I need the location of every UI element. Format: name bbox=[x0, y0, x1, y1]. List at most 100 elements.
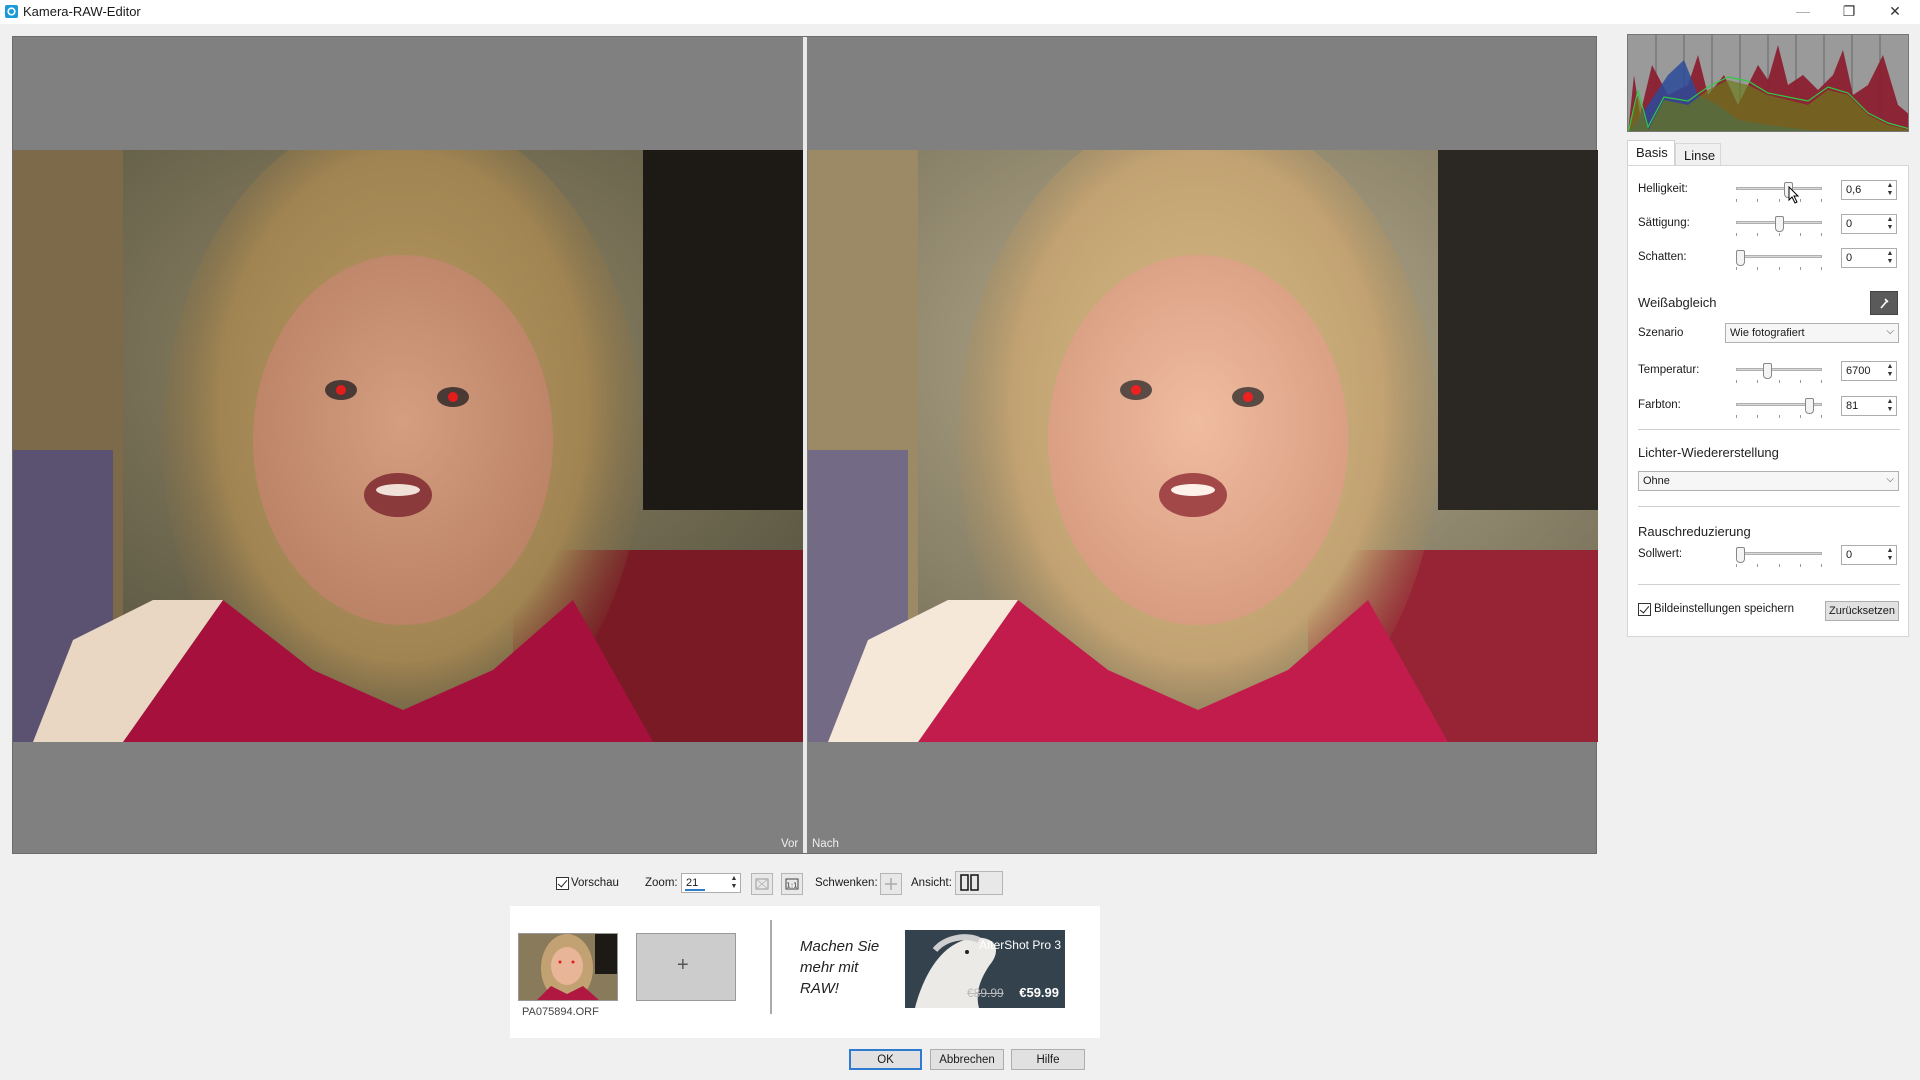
ok-button[interactable]: OK bbox=[849, 1049, 922, 1070]
save-settings-label: Bildeinstellungen speichern bbox=[1654, 603, 1795, 615]
brightness-input[interactable]: 0,6 ▲ ▼ bbox=[1841, 180, 1897, 200]
chevron-down-icon: ⌵ bbox=[1886, 474, 1894, 485]
preview-checkbox[interactable] bbox=[556, 877, 569, 890]
shadows-input[interactable]: 0 ▲ ▼ bbox=[1841, 248, 1897, 268]
noise-amount-slider[interactable] bbox=[1736, 547, 1822, 567]
close-button[interactable]: ✕ bbox=[1872, 0, 1918, 22]
saturation-input[interactable]: 0 ▲ ▼ bbox=[1841, 214, 1897, 234]
zoom-value: 21 bbox=[686, 877, 699, 889]
fit-window-icon bbox=[755, 878, 769, 890]
promo-product: AfterShot Pro 3 bbox=[978, 938, 1061, 952]
promo-new-price: €59.99 bbox=[1019, 985, 1059, 1000]
zoom-spinner-arrows[interactable]: ▲ ▼ bbox=[729, 875, 739, 891]
saturation-slider-thumb[interactable] bbox=[1775, 216, 1784, 232]
add-image-slot[interactable]: + bbox=[636, 933, 736, 1001]
section-separator bbox=[1638, 429, 1900, 430]
thumbnail-filename: PA075894.ORF bbox=[522, 1006, 599, 1018]
saturation-spinner[interactable]: ▲ ▼ bbox=[1885, 216, 1895, 232]
actual-size-icon: 1:1 bbox=[785, 878, 799, 890]
mouse-cursor-icon bbox=[1788, 186, 1800, 204]
shadows-value: 0 bbox=[1846, 252, 1853, 264]
add-icon: + bbox=[677, 954, 689, 976]
eyedropper-icon bbox=[1880, 298, 1889, 309]
temperature-input[interactable]: 6700 ▲ ▼ bbox=[1841, 361, 1897, 381]
scenario-value: Wie fotografiert bbox=[1730, 327, 1805, 339]
actual-size-button[interactable]: 1:1 bbox=[781, 873, 803, 895]
preview-area[interactable]: Vor Nach bbox=[12, 36, 1598, 854]
temperature-slider-thumb[interactable] bbox=[1763, 363, 1772, 379]
preview-label: Vorschau bbox=[571, 877, 619, 889]
promo-old-price: €89.99 bbox=[967, 986, 1004, 1000]
svg-text:1:1: 1:1 bbox=[786, 882, 797, 890]
tint-slider-thumb[interactable] bbox=[1805, 398, 1814, 414]
brightness-slider[interactable] bbox=[1736, 182, 1822, 202]
before-photo bbox=[13, 150, 803, 742]
temperature-slider[interactable] bbox=[1736, 363, 1822, 383]
zoom-label: Zoom: bbox=[645, 877, 678, 889]
zoom-input[interactable]: 21 ▲ ▼ bbox=[681, 873, 741, 893]
shadows-slider-thumb[interactable] bbox=[1736, 250, 1745, 266]
fit-window-button[interactable] bbox=[751, 873, 773, 895]
temperature-spinner[interactable]: ▲ ▼ bbox=[1885, 363, 1895, 379]
histogram-graph bbox=[1628, 35, 1908, 131]
app-icon bbox=[5, 5, 18, 18]
save-settings-checkbox[interactable] bbox=[1638, 603, 1651, 616]
after-pane[interactable]: Nach bbox=[808, 37, 1598, 853]
tint-label: Farbton: bbox=[1638, 399, 1681, 411]
section-separator bbox=[1638, 506, 1900, 507]
saturation-value: 0 bbox=[1846, 218, 1853, 230]
after-label: Nach bbox=[812, 838, 839, 850]
highlight-recovery-value: Ohne bbox=[1643, 475, 1670, 487]
shadows-slider[interactable] bbox=[1736, 250, 1822, 270]
shadows-spinner[interactable]: ▲ ▼ bbox=[1885, 250, 1895, 266]
minimize-button[interactable]: — bbox=[1780, 0, 1826, 22]
pan-button[interactable] bbox=[880, 873, 902, 895]
tab-basis[interactable]: Basis bbox=[1627, 140, 1675, 165]
tab-linse[interactable]: Linse bbox=[1675, 143, 1721, 165]
promo-text: Machen Sie mehr mit RAW! bbox=[800, 938, 880, 997]
noise-amount-value: 0 bbox=[1846, 549, 1853, 561]
file-thumbnail[interactable] bbox=[518, 933, 618, 1001]
view-mode-button[interactable] bbox=[955, 871, 1003, 895]
shadows-label: Schatten: bbox=[1638, 251, 1687, 263]
chevron-down-icon: ⌵ bbox=[1886, 326, 1894, 337]
brightness-value: 0,6 bbox=[1846, 184, 1862, 196]
settings-panel: Helligkeit: 0,6 ▲ ▼ Sättigung: 0 ▲ ▼ Schat… bbox=[1627, 165, 1909, 637]
pan-label: Schwenken: bbox=[815, 877, 878, 889]
tint-spinner[interactable]: ▲ ▼ bbox=[1885, 398, 1895, 414]
noise-amount-label: Sollwert: bbox=[1638, 548, 1683, 560]
scenario-label: Szenario bbox=[1638, 327, 1684, 339]
split-view-icon bbox=[960, 874, 979, 891]
view-label: Ansicht: bbox=[911, 877, 952, 889]
noise-amount-input[interactable]: 0 ▲ ▼ bbox=[1841, 545, 1897, 565]
pan-icon bbox=[885, 878, 897, 890]
before-label: Vor bbox=[781, 838, 799, 850]
highlight-recovery-title: Lichter-Wiedererstellung bbox=[1638, 445, 1779, 460]
cancel-button[interactable]: Abbrechen bbox=[930, 1049, 1004, 1070]
tint-input[interactable]: 81 ▲ ▼ bbox=[1841, 396, 1897, 416]
saturation-label: Sättigung: bbox=[1638, 217, 1690, 229]
maximize-button[interactable]: ❐ bbox=[1826, 0, 1872, 22]
noise-amount-slider-thumb[interactable] bbox=[1736, 547, 1745, 563]
white-balance-title: Weißabgleich bbox=[1638, 295, 1717, 310]
section-separator bbox=[1638, 584, 1900, 585]
temperature-value: 6700 bbox=[1846, 365, 1871, 377]
highlight-recovery-select[interactable]: Ohne ⌵ bbox=[1638, 471, 1899, 491]
split-divider[interactable] bbox=[803, 37, 807, 853]
eyedropper-button[interactable] bbox=[1870, 291, 1898, 315]
noise-reduction-title: Rauschreduzierung bbox=[1638, 524, 1751, 539]
title-bar: Kamera-RAW-Editor — ❐ ✕ bbox=[0, 0, 1920, 24]
promo-banner[interactable]: AfterShot Pro 3 €89.99 €59.99 bbox=[905, 930, 1065, 1008]
before-pane[interactable]: Vor bbox=[13, 37, 803, 853]
temperature-label: Temperatur: bbox=[1638, 364, 1700, 376]
brightness-spinner[interactable]: ▲ ▼ bbox=[1885, 182, 1895, 198]
scenario-select[interactable]: Wie fotografiert ⌵ bbox=[1725, 323, 1899, 343]
help-button[interactable]: Hilfe bbox=[1011, 1049, 1085, 1070]
window-title: Kamera-RAW-Editor bbox=[23, 4, 141, 19]
tint-slider[interactable] bbox=[1736, 398, 1822, 418]
saturation-slider[interactable] bbox=[1736, 216, 1822, 236]
strip-separator bbox=[770, 920, 772, 1014]
noise-amount-spinner[interactable]: ▲ ▼ bbox=[1885, 547, 1895, 563]
reset-button[interactable]: Zurücksetzen bbox=[1825, 601, 1899, 621]
thumbnail-strip: PA075894.ORF + Machen Sie mehr mit RAW! … bbox=[510, 906, 1100, 1038]
